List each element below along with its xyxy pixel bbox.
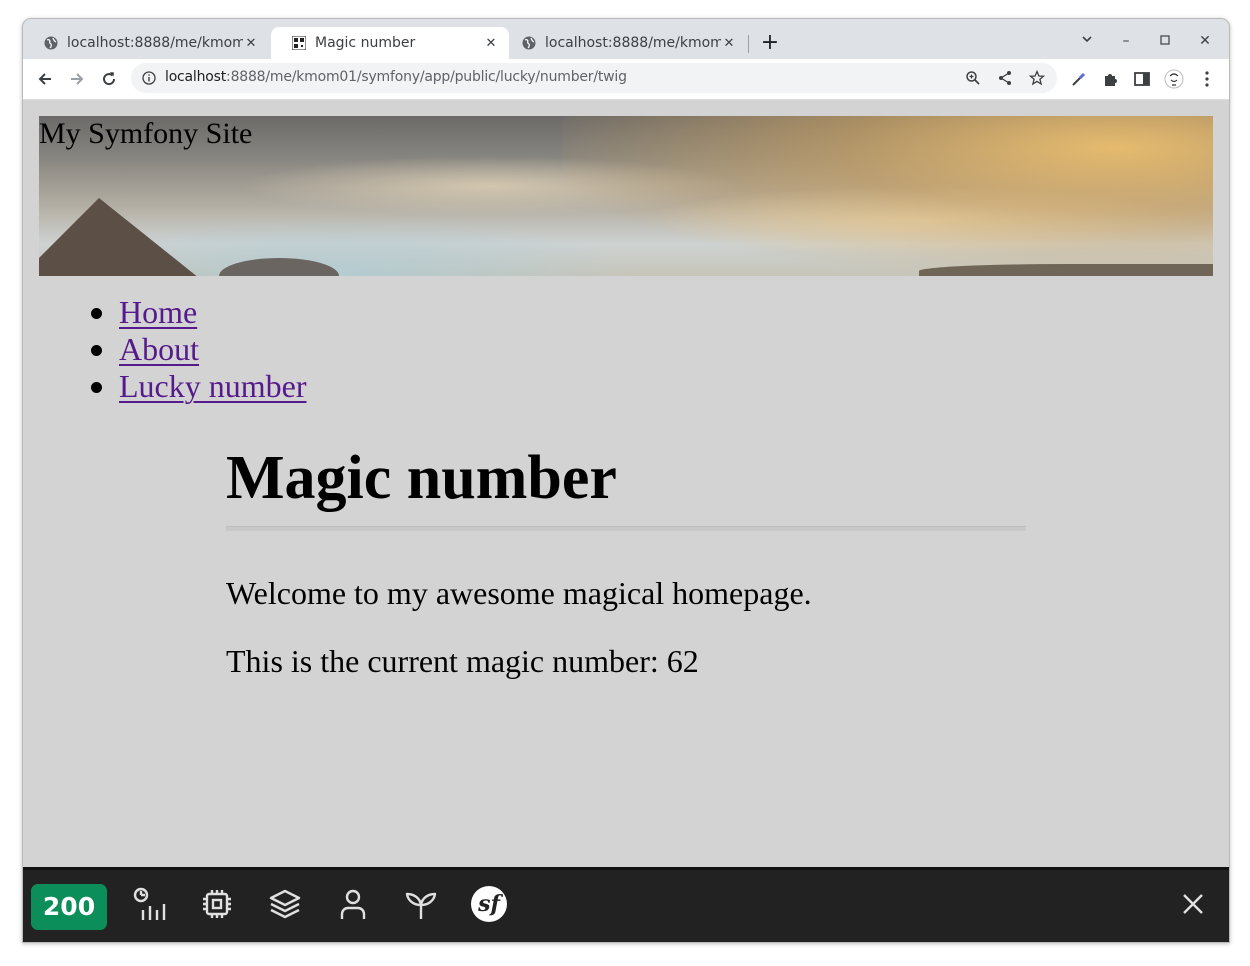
time-icon[interactable] [129, 884, 169, 924]
nav-link-lucky-number[interactable]: Lucky number [119, 368, 307, 404]
status-badge[interactable]: 200 [31, 884, 107, 930]
heading-divider [226, 526, 1026, 531]
tab-strip: localhost:8888/me/kmom ✕ Magic number ✕ … [23, 19, 1229, 59]
kebab-menu-icon[interactable] [1195, 67, 1219, 91]
layers-icon[interactable] [265, 884, 305, 924]
bookmark-star-icon[interactable] [1029, 70, 1045, 86]
symfony-favicon-icon [291, 35, 307, 51]
profile-avatar[interactable] [1162, 67, 1186, 91]
page-title: Magic number [226, 444, 617, 512]
new-tab-button[interactable]: + [759, 32, 781, 55]
reload-icon[interactable] [97, 67, 121, 91]
minimize-button[interactable]: – [1114, 29, 1138, 53]
tab-localhost-1[interactable]: localhost:8888/me/kmom ✕ [23, 27, 269, 59]
nav-link-about[interactable]: About [119, 331, 199, 367]
nav-item-lucky-number: Lucky number [91, 368, 307, 405]
side-panel-icon[interactable] [1130, 67, 1154, 91]
magic-number-text: This is the current magic number: 62 [226, 643, 699, 679]
site-info-icon[interactable] [141, 70, 157, 86]
site-title: My Symfony Site [39, 117, 253, 150]
browser-window: localhost:8888/me/kmom ✕ Magic number ✕ … [22, 18, 1230, 943]
header-banner: My Symfony Site [39, 116, 1213, 276]
nav-item-home: Home [91, 294, 307, 331]
twig-icon[interactable] [401, 884, 441, 924]
close-toolbar-icon[interactable] [1173, 884, 1213, 924]
bullet [91, 382, 102, 393]
close-icon[interactable]: ✕ [721, 35, 737, 51]
url-text: localhost:8888/me/kmom01/symfony/app/pub… [165, 69, 627, 85]
bullet [91, 345, 102, 356]
page-viewport: My Symfony Site Home About Lucky number … [23, 100, 1229, 869]
svg-text:sf: sf [477, 891, 503, 917]
close-icon[interactable]: ✕ [483, 35, 499, 51]
tab-search-chevron-down-icon[interactable] [1075, 29, 1099, 53]
tab-title: localhost:8888/me/kmom [67, 35, 243, 51]
window-close-button[interactable]: ✕ [1193, 29, 1217, 53]
tab-title: localhost:8888/me/kmom [545, 35, 721, 51]
share-icon[interactable] [997, 70, 1013, 86]
forward-arrow-icon[interactable] [65, 67, 89, 91]
url-path: :8888/me/kmom01/symfony/app/public/lucky… [226, 69, 627, 85]
welcome-text: Welcome to my awesome magical homepage. [226, 575, 812, 611]
nav-item-about: About [91, 331, 307, 368]
tab-title: Magic number [315, 35, 416, 51]
banner-mountain [39, 198, 199, 276]
symfony-debug-toolbar: 200 sf [23, 867, 1229, 942]
url-host: localhost [165, 69, 227, 85]
tab-separator [748, 35, 749, 53]
tab-magic-number[interactable]: Magic number ✕ [271, 27, 509, 59]
symfony-logo-icon[interactable]: sf [469, 884, 509, 924]
globe-icon [43, 35, 59, 51]
bullet [91, 308, 102, 319]
tab-localhost-2[interactable]: localhost:8888/me/kmom ✕ [501, 27, 747, 59]
back-arrow-icon[interactable] [33, 67, 57, 91]
banner-sunglow [563, 116, 1213, 276]
zoom-icon[interactable] [965, 70, 981, 86]
main-content: Magic number Welcome to my awesome magic… [226, 440, 1026, 681]
main-nav: Home About Lucky number [91, 294, 307, 405]
banner-ridge [919, 264, 1213, 276]
close-icon[interactable]: ✕ [243, 35, 259, 51]
address-bar[interactable]: localhost:8888/me/kmom01/symfony/app/pub… [131, 63, 1057, 93]
browser-toolbar: localhost:8888/me/kmom01/symfony/app/pub… [23, 59, 1229, 100]
nav-link-home[interactable]: Home [119, 294, 197, 330]
maximize-button[interactable] [1153, 29, 1177, 53]
memory-icon[interactable] [197, 884, 237, 924]
user-icon[interactable] [333, 884, 373, 924]
globe-icon [521, 35, 537, 51]
extensions-puzzle-icon[interactable] [1099, 67, 1123, 91]
eyedropper-icon[interactable] [1067, 67, 1091, 91]
